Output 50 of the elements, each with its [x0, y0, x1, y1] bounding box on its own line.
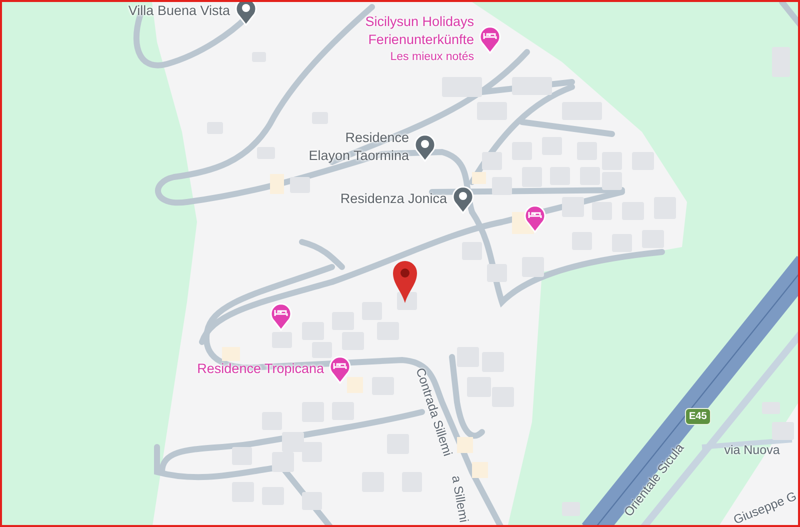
route-shield: E45 — [685, 408, 711, 425]
building — [457, 437, 473, 453]
building — [772, 422, 794, 440]
building — [602, 172, 622, 190]
building — [472, 172, 486, 184]
building — [347, 377, 363, 393]
street-label: a Sillemi — [449, 474, 471, 524]
place-label: Residence — [345, 129, 409, 147]
building — [302, 492, 322, 510]
building — [472, 462, 488, 478]
bed-pin-icon[interactable] — [523, 203, 547, 233]
place-label: Sicilysun Holidays — [365, 13, 474, 31]
building — [487, 264, 507, 282]
place-label: Ferienunterkünfte — [368, 31, 474, 49]
map-pin-icon[interactable] — [413, 132, 437, 162]
building — [270, 174, 284, 194]
building — [512, 77, 552, 95]
building — [290, 177, 310, 193]
map-pin-icon[interactable] — [234, 2, 258, 26]
bed-pin-icon[interactable] — [328, 354, 352, 384]
building — [522, 257, 544, 277]
place-label: Villa Buena Vista — [128, 2, 230, 20]
building — [592, 202, 612, 220]
building — [492, 177, 512, 195]
building — [232, 447, 252, 465]
bed-pin-icon[interactable] — [478, 24, 502, 54]
building — [642, 230, 664, 248]
map-pin-icon[interactable] — [451, 184, 475, 214]
building — [562, 197, 584, 217]
building — [312, 342, 332, 358]
building — [222, 347, 240, 361]
building — [522, 167, 542, 187]
place-label: Residenza Jonica — [340, 190, 447, 208]
building — [482, 152, 502, 170]
building — [272, 452, 294, 472]
building — [282, 432, 304, 452]
street-label: Contrada Sillemi — [413, 366, 455, 458]
building — [462, 242, 482, 260]
bed-pin-icon[interactable] — [269, 301, 293, 331]
place-label: Elayon Taormina — [308, 147, 409, 165]
location-marker-icon — [392, 260, 418, 304]
building — [257, 147, 275, 159]
rating-note: Les mieux notés — [390, 50, 474, 65]
building — [612, 234, 632, 252]
building — [632, 152, 654, 170]
place-label: Residence Tropicana — [197, 360, 324, 378]
building — [272, 332, 292, 348]
building — [457, 347, 479, 367]
building — [442, 77, 482, 97]
street-label: via Nuova — [724, 443, 780, 457]
